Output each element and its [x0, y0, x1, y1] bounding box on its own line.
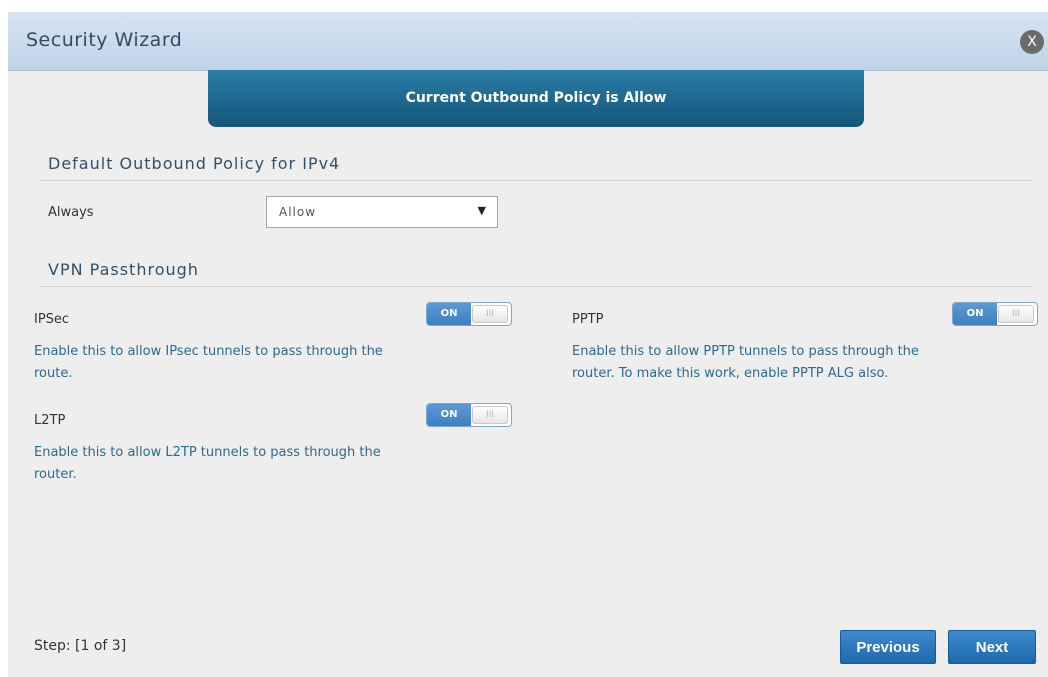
toggle-on-label: ON: [953, 303, 997, 325]
ipsec-description-line1: Enable this to allow IPsec tunnels to pa…: [34, 344, 383, 359]
pptp-description-line2: router. To make this work, enable PPTP A…: [572, 366, 889, 381]
always-label: Always: [48, 205, 94, 220]
vpn-passthrough-section-heading: VPN Passthrough: [40, 258, 1032, 287]
ipsec-label: IPSec: [34, 312, 70, 327]
ipsec-toggle[interactable]: ON III: [426, 302, 512, 326]
close-button[interactable]: X: [1020, 30, 1044, 54]
toggle-knob: III: [998, 305, 1034, 323]
step-indicator: Step: [1 of 3]: [34, 638, 127, 654]
next-button[interactable]: Next: [948, 630, 1036, 664]
ipsec-description-line2: route.: [34, 366, 73, 381]
ipsec-description: Enable this to allow IPsec tunnels to pa…: [34, 341, 383, 385]
toggle-knob: III: [472, 305, 508, 323]
previous-button[interactable]: Previous: [840, 630, 936, 664]
dialog-titlebar: Security Wizard X: [8, 12, 1048, 71]
l2tp-toggle[interactable]: ON III: [426, 403, 512, 427]
security-wizard-dialog: Security Wizard X Current Outbound Polic…: [8, 12, 1048, 677]
l2tp-description: Enable this to allow L2TP tunnels to pas…: [34, 442, 381, 486]
toggle-on-label: ON: [427, 303, 471, 325]
dialog-title: Security Wizard: [26, 29, 183, 51]
pptp-description: Enable this to allow PPTP tunnels to pas…: [572, 341, 919, 385]
outbound-policy-banner: Current Outbound Policy is Allow: [208, 70, 864, 127]
vpn-passthrough-heading-text: VPN Passthrough: [48, 260, 199, 279]
l2tp-description-line1: Enable this to allow L2TP tunnels to pas…: [34, 445, 381, 460]
l2tp-label: L2TP: [34, 413, 66, 428]
pptp-toggle[interactable]: ON III: [952, 302, 1038, 326]
l2tp-description-line2: router.: [34, 467, 77, 482]
outbound-policy-heading-text: Default Outbound Policy for IPv4: [48, 154, 341, 173]
outbound-policy-select[interactable]: Allow ▼: [266, 196, 498, 228]
dropdown-arrow-icon: ▼: [477, 204, 487, 217]
pptp-description-line1: Enable this to allow PPTP tunnels to pas…: [572, 344, 919, 359]
toggle-on-label: ON: [427, 404, 471, 426]
outbound-policy-selected-value: Allow: [279, 205, 317, 219]
pptp-label: PPTP: [572, 312, 604, 327]
toggle-knob: III: [472, 406, 508, 424]
outbound-policy-section-heading: Default Outbound Policy for IPv4: [40, 152, 1032, 181]
